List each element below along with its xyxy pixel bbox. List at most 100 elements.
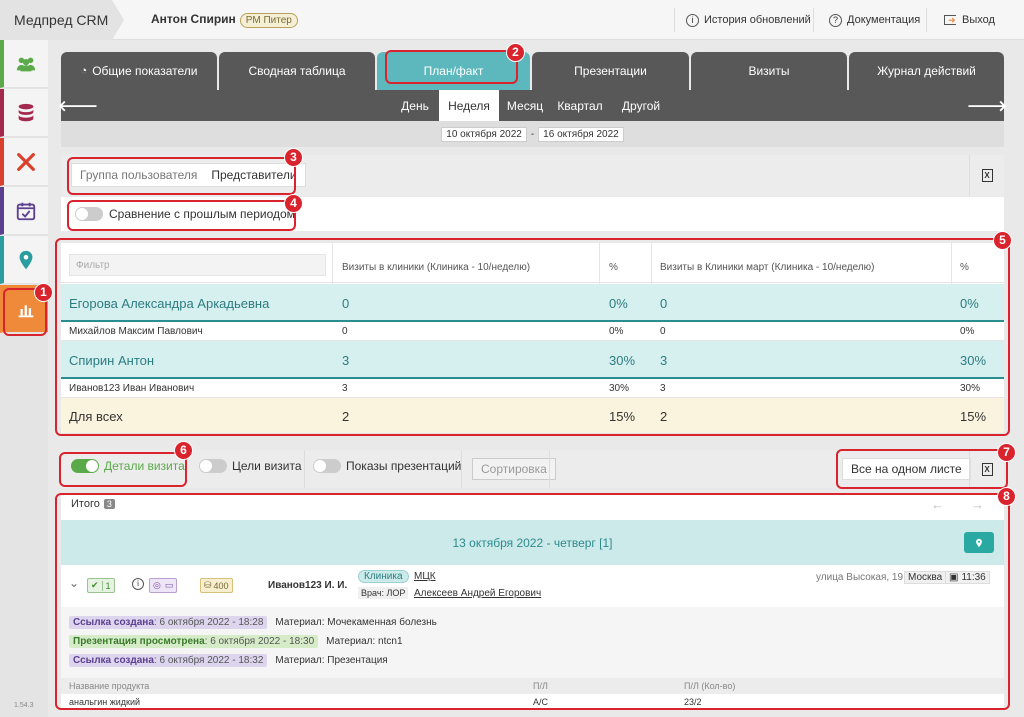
period-week[interactable]: Неделя [439, 90, 499, 121]
row-value: 0 [342, 295, 350, 311]
visit-type-badge: Клиника [358, 570, 409, 583]
sidebar-item-tools[interactable] [0, 138, 48, 186]
sidebar-item-database[interactable] [0, 89, 48, 137]
row-name: Иванов123 Иван Иванович [69, 383, 195, 394]
documentation-button[interactable]: ? Документация [821, 8, 928, 32]
tools-icon [17, 152, 35, 171]
period-other[interactable]: Другой [611, 90, 671, 121]
row-value: 15% [609, 408, 636, 424]
sidebar-item-calendar[interactable] [0, 187, 48, 235]
sidebar-item-map[interactable] [0, 236, 48, 284]
app-brand[interactable]: Медпред CRM [0, 0, 124, 40]
tab-summary-table[interactable]: Сводная таблица [219, 52, 375, 90]
event-material: Материал: ntcn1 [326, 636, 403, 647]
tab-label: Общие показатели [92, 64, 198, 78]
day-header: 13 октября 2022 - четверг [1] [61, 520, 1004, 565]
compare-toggle[interactable] [75, 207, 103, 221]
user-role-badge: РМ Питер [239, 13, 298, 28]
tab-label: План/факт [423, 64, 484, 78]
next-period-button[interactable]: 🡒 [967, 90, 1007, 121]
total-count-badge: 3 [103, 499, 115, 509]
column-header[interactable]: % [609, 262, 618, 273]
row-value: 30% [960, 352, 987, 368]
visit-address: улица Высокая, 19 [816, 572, 904, 583]
presentations-toggle[interactable] [313, 459, 341, 473]
visit-status-badge: ✔ 1 [87, 578, 115, 593]
sort-button[interactable]: Сортировка [472, 458, 556, 480]
tab-presentations[interactable]: Презентации [532, 52, 689, 90]
presentation-icon: ▭ [164, 580, 174, 590]
prev-page-button[interactable]: ← [931, 497, 944, 512]
app-version: 1.54.3 [14, 702, 34, 709]
sidebar-item-users[interactable] [0, 40, 48, 88]
clinic-link[interactable]: МЦК [414, 571, 436, 582]
details-label: Детали визита [104, 459, 185, 473]
column-header[interactable]: Визиты в Клиники март (Клиника - 10/неде… [660, 262, 875, 273]
row-value: 0% [960, 295, 979, 311]
date-from[interactable]: 10 октября 2022 [441, 126, 527, 142]
table-row[interactable]: Егорова Александра Аркадьевна 0 0% 0 0% [61, 284, 1004, 322]
info-icon[interactable]: i [132, 578, 144, 590]
table-row[interactable]: Иванов123 Иван Иванович 3 30% 3 30% [61, 379, 1004, 398]
details-toggle[interactable] [71, 459, 99, 473]
visit-event: Ссылка создана: 6 октября 2022 - 18:28 Ма… [69, 616, 437, 629]
details-toggle-group[interactable]: Детали визита [71, 459, 185, 473]
product-row: анальгин жидкий А/С 23/2 [61, 694, 1004, 709]
table-row[interactable]: Спирин Антон 3 30% 3 30% [61, 341, 1004, 379]
user-group-label: Группа пользователя [80, 168, 198, 182]
prev-period-button[interactable]: 🡐 [58, 90, 98, 121]
period-day[interactable]: День [393, 90, 437, 121]
column-header[interactable]: Визиты в клиники (Клиника - 10/неделю) [342, 262, 530, 273]
presentations-toggle-group[interactable]: Показы презентаций [313, 459, 461, 473]
tab-overview[interactable]: ◔ Общие показатели [61, 52, 217, 90]
sidebar-item-reports[interactable] [0, 285, 48, 333]
chevron-down-icon[interactable]: ⌄ [69, 576, 79, 590]
arrow-left-icon: ← [931, 497, 944, 512]
row-value: 0 [660, 326, 666, 337]
export-excel-button[interactable]: X [969, 155, 1004, 196]
row-value: 2 [342, 408, 350, 424]
coins-badge: ⛁ 400 [200, 578, 233, 593]
chart-icon [18, 304, 34, 317]
row-value: 0% [609, 326, 624, 337]
tab-visits[interactable]: Визиты [691, 52, 847, 90]
doctor-link[interactable]: Алексеев Андрей Егорович [414, 588, 541, 599]
all-one-sheet-button[interactable]: Все на одном листе [842, 458, 971, 480]
goals-toggle-group[interactable]: Цели визита [199, 459, 302, 473]
visit-time-value: 11:36 [961, 572, 986, 583]
row-value: 0 [342, 326, 348, 337]
visit-time: ▣ 11:36 [945, 571, 990, 584]
map-button[interactable] [964, 532, 994, 553]
product-name: анальгин жидкий [69, 697, 140, 707]
event-material: Материал: Презентация [275, 655, 388, 666]
sidebar: 1.54.3 [0, 40, 48, 717]
users-icon [16, 57, 36, 71]
tab-action-log[interactable]: Журнал действий [849, 52, 1004, 90]
tab-plan-fact[interactable]: План/факт [377, 52, 530, 90]
period-month[interactable]: Месяц [501, 90, 549, 121]
updates-history-button[interactable]: i История обновлений [678, 8, 819, 32]
logout-button[interactable]: ➜ Выход [936, 8, 1003, 32]
row-value: 30% [609, 383, 630, 394]
table-row[interactable]: Михайлов Максим Павлович 0 0% 0 0% [61, 322, 1004, 341]
visits-panel: Итого 3 ← → 13 октября 2022 - четверг [1]… [61, 494, 1004, 709]
period-bar: 🡐 День Неделя Месяц Квартал Другой 🡒 [58, 90, 1007, 121]
row-value: 15% [960, 408, 987, 424]
user-group-select[interactable]: Группа пользователя Представители [71, 163, 306, 187]
row-value: 0% [609, 295, 628, 311]
filter-input[interactable]: Фильтр [69, 254, 326, 276]
goals-toggle[interactable] [199, 459, 227, 473]
current-user: Антон Спирин РМ Питер [151, 12, 298, 28]
row-name: Михайлов Максим Павлович [69, 326, 203, 337]
period-quarter[interactable]: Квартал [551, 90, 609, 121]
visit-city: Москва [904, 571, 947, 584]
next-page-button[interactable]: → [971, 497, 984, 512]
row-name: Для всех [69, 408, 123, 424]
table-total-row[interactable]: Для всех 2 15% 2 15% [61, 398, 1004, 434]
logout-icon: ➜ [944, 15, 956, 25]
user-group-value: Представители [211, 168, 297, 182]
export-excel-button[interactable]: X [969, 450, 1004, 488]
link-created-badge: Ссылка создана: 6 октября 2022 - 18:28 [69, 616, 268, 629]
date-to[interactable]: 16 октября 2022 [538, 126, 624, 142]
column-header[interactable]: % [960, 262, 969, 273]
